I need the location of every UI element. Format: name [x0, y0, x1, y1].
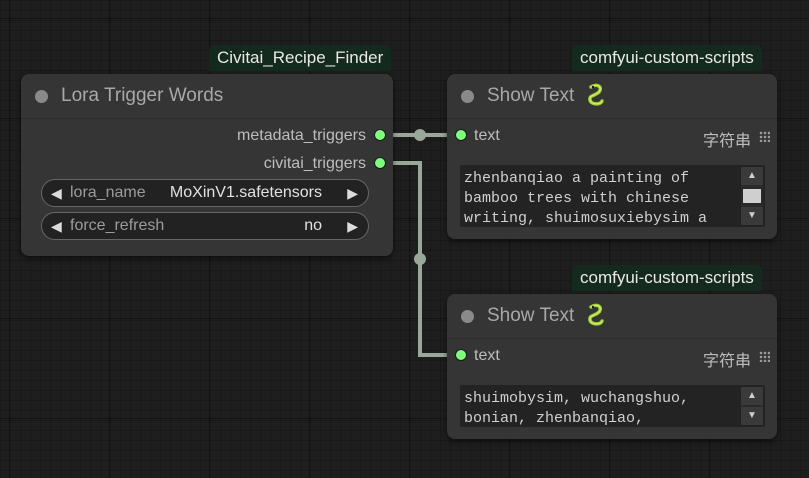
grip-icon[interactable]	[759, 351, 770, 362]
scrollbar[interactable]: ▲ ▼	[741, 387, 763, 425]
node-source-badge: Civitai_Recipe_Finder	[209, 45, 392, 71]
scroll-down-icon[interactable]: ▼	[741, 407, 763, 425]
scroll-thumb[interactable]	[743, 189, 761, 203]
link-midpoint-2[interactable]	[414, 253, 426, 265]
input-label-text: text	[474, 127, 500, 144]
type-label: 字符串	[702, 353, 751, 370]
node-source-badge: comfyui-custom-scripts	[572, 45, 762, 71]
link-midpoint-1[interactable]	[414, 129, 426, 141]
increment-arrow-icon[interactable]: ▶	[347, 185, 358, 202]
text-output[interactable]: shuimobysim, wuchangshuo, bonian, zhenba…	[464, 389, 737, 427]
snake-icon	[588, 303, 604, 326]
collapse-dot-icon[interactable]	[461, 90, 474, 103]
node-title: Show Text	[487, 305, 575, 326]
collapse-dot-icon[interactable]	[461, 310, 474, 323]
output-slot-metadata-triggers[interactable]	[375, 130, 385, 140]
input-slot-text[interactable]	[456, 130, 466, 140]
node-title-bar[interactable]: Lora Trigger Words	[21, 74, 393, 119]
collapse-dot-icon[interactable]	[35, 90, 48, 103]
scrollbar[interactable]: ▲ ▼	[741, 167, 763, 225]
input-label-text: text	[474, 347, 500, 364]
output-label-metadata-triggers: metadata_triggers	[237, 127, 366, 144]
scroll-up-icon[interactable]: ▲	[741, 387, 763, 405]
grip-icon[interactable]	[759, 131, 770, 142]
scroll-down-icon[interactable]: ▼	[741, 207, 763, 225]
node-title: Show Text	[487, 85, 575, 106]
snake-icon	[588, 83, 604, 106]
scroll-up-icon[interactable]: ▲	[741, 167, 763, 185]
type-label: 字符串	[702, 133, 751, 150]
node-title: Lora Trigger Words	[61, 85, 224, 106]
widget-name: lora_name	[70, 184, 146, 201]
lora-trigger-words-node[interactable]: Lora Trigger Words metadata_triggers civ…	[21, 74, 393, 256]
lora-name-combo[interactable]: ◀ lora_name MoXinV1.safetensors ▶	[41, 179, 369, 207]
widget-value: no	[304, 217, 322, 234]
node-title-bar[interactable]: Show Text	[447, 74, 777, 119]
increment-arrow-icon[interactable]: ▶	[347, 218, 358, 235]
text-output-area[interactable]: shuimobysim, wuchangshuo, bonian, zhenba…	[460, 385, 765, 427]
output-slot-civitai-triggers[interactable]	[375, 158, 385, 168]
output-label-civitai-triggers: civitai_triggers	[263, 155, 366, 172]
text-output[interactable]: zhenbanqiao a painting of bamboo trees w…	[464, 169, 737, 227]
show-text-node-2[interactable]: Show Text text 字符串 shuimobysim, wuchangs…	[447, 294, 777, 439]
force-refresh-combo[interactable]: ◀ force_refresh no ▶	[41, 212, 369, 240]
widget-name: force_refresh	[70, 217, 165, 234]
widget-value: MoXinV1.safetensors	[169, 184, 322, 201]
text-output-area[interactable]: zhenbanqiao a painting of bamboo trees w…	[460, 165, 765, 227]
node-source-badge: comfyui-custom-scripts	[572, 265, 762, 291]
node-title-bar[interactable]: Show Text	[447, 294, 777, 339]
decrement-arrow-icon[interactable]: ◀	[51, 218, 62, 235]
decrement-arrow-icon[interactable]: ◀	[51, 185, 62, 202]
link-civitai-to-show2[interactable]	[385, 161, 455, 357]
input-slot-text[interactable]	[456, 350, 466, 360]
show-text-node-1[interactable]: Show Text text 字符串 zhenbanqiao a paintin…	[447, 74, 777, 239]
